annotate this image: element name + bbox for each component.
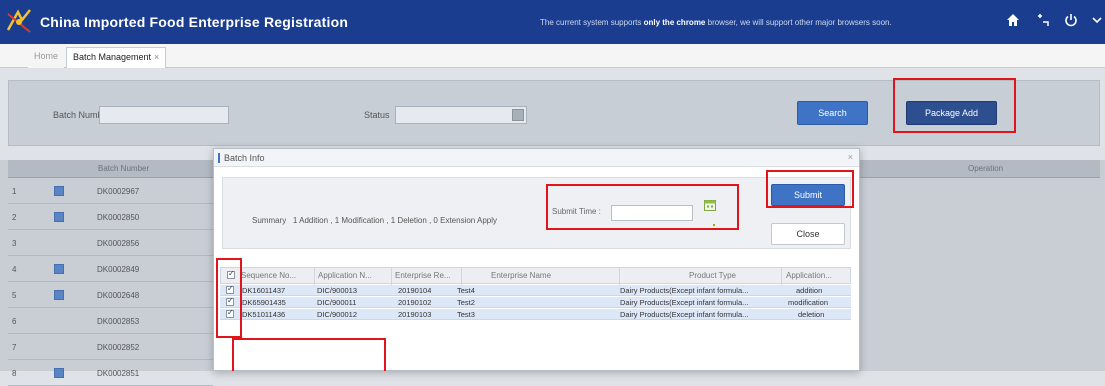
tab-bar: Home Batch Management × — [0, 44, 1105, 68]
row-checkbox[interactable] — [54, 212, 64, 222]
col-product-type[interactable]: Product Type — [689, 271, 779, 280]
col-enterprise-reg[interactable]: Enterprise Re... — [395, 271, 459, 280]
status-select[interactable] — [395, 106, 527, 124]
close-tab-icon[interactable]: × — [154, 52, 159, 62]
table-row[interactable]: DK16011437 DIC/900013 20190104 Test4 Dai… — [220, 284, 851, 296]
table-row[interactable]: 3 DK0002856 — [8, 230, 213, 256]
submit-time-label: Submit Time : — [552, 207, 601, 216]
select-all-checkbox[interactable] — [227, 269, 235, 279]
logo-icon — [4, 6, 34, 36]
table-header: Sequence No... Application N... Enterpri… — [220, 267, 851, 285]
power-icon[interactable] — [1061, 10, 1081, 30]
table-row[interactable]: 4 DK0002849 — [8, 256, 213, 282]
search-button[interactable]: Search — [797, 101, 868, 125]
close-button[interactable]: Close — [771, 223, 845, 245]
header-batch-number: Batch Number — [98, 164, 150, 173]
row-checkbox[interactable] — [226, 284, 234, 294]
table-row[interactable]: DK51011436 DIC/900012 20190103 Test3 Dai… — [220, 308, 851, 320]
package-add-button[interactable]: Package Add — [906, 101, 997, 125]
submit-time-input[interactable] — [611, 205, 693, 221]
tab-home[interactable]: Home — [28, 47, 65, 68]
dialog-header: Batch Info × — [214, 149, 859, 167]
table-row[interactable]: DK65901435 DIC/900011 20190102 Test2 Dai… — [220, 296, 851, 308]
submit-button[interactable]: Submit — [771, 184, 845, 206]
col-enterprise-name[interactable]: Enterprise Name — [491, 271, 611, 280]
top-bar: China Imported Food Enterprise Registrat… — [0, 0, 1105, 44]
app-title: China Imported Food Enterprise Registrat… — [40, 14, 349, 30]
browser-notice: The current system supports only the chr… — [540, 18, 892, 27]
col-application[interactable]: Application... — [786, 271, 848, 280]
table-row[interactable]: 8 DK0002851 — [8, 360, 213, 386]
row-checkbox[interactable] — [54, 264, 64, 274]
batch-info-dialog: Batch Info × Summary 1 Addition , 1 Modi… — [213, 148, 860, 371]
row-checkbox[interactable] — [54, 290, 64, 300]
dropdown-arrow-icon[interactable] — [512, 109, 524, 121]
chevron-down-icon[interactable] — [1087, 10, 1105, 30]
row-checkbox[interactable] — [226, 296, 234, 306]
dialog-close-icon[interactable]: × — [848, 152, 853, 162]
table-row[interactable]: 6 DK0002853 — [8, 308, 213, 334]
row-checkbox[interactable] — [54, 186, 64, 196]
filter-panel: Batch Number Status Search Package Add — [8, 80, 1100, 146]
col-application-no[interactable]: Application N... — [318, 271, 388, 280]
batch-number-input[interactable] — [99, 106, 229, 124]
calendar-icon[interactable] — [704, 199, 716, 211]
status-label: Status — [364, 110, 390, 120]
table-row[interactable]: 5 DK0002648 — [8, 282, 213, 308]
col-sequence-no[interactable]: Sequence No... — [241, 271, 311, 280]
summary-line: Summary 1 Addition , 1 Modification , 1 … — [252, 216, 498, 225]
dialog-title: Batch Info — [224, 153, 265, 163]
home-icon[interactable] — [1003, 10, 1023, 30]
row-checkbox[interactable] — [54, 368, 64, 378]
header-operation: Operation — [968, 164, 1004, 173]
tab-batch-management[interactable]: Batch Management × — [66, 47, 167, 68]
table-row[interactable]: 2 DK0002850 — [8, 204, 213, 230]
user-switch-icon[interactable] — [1032, 10, 1052, 30]
table-row[interactable]: 7 DK0002852 — [8, 334, 213, 360]
table-row[interactable]: 1 DK0002967 — [8, 178, 213, 204]
summary-panel — [222, 177, 851, 249]
row-checkbox[interactable] — [226, 308, 234, 318]
